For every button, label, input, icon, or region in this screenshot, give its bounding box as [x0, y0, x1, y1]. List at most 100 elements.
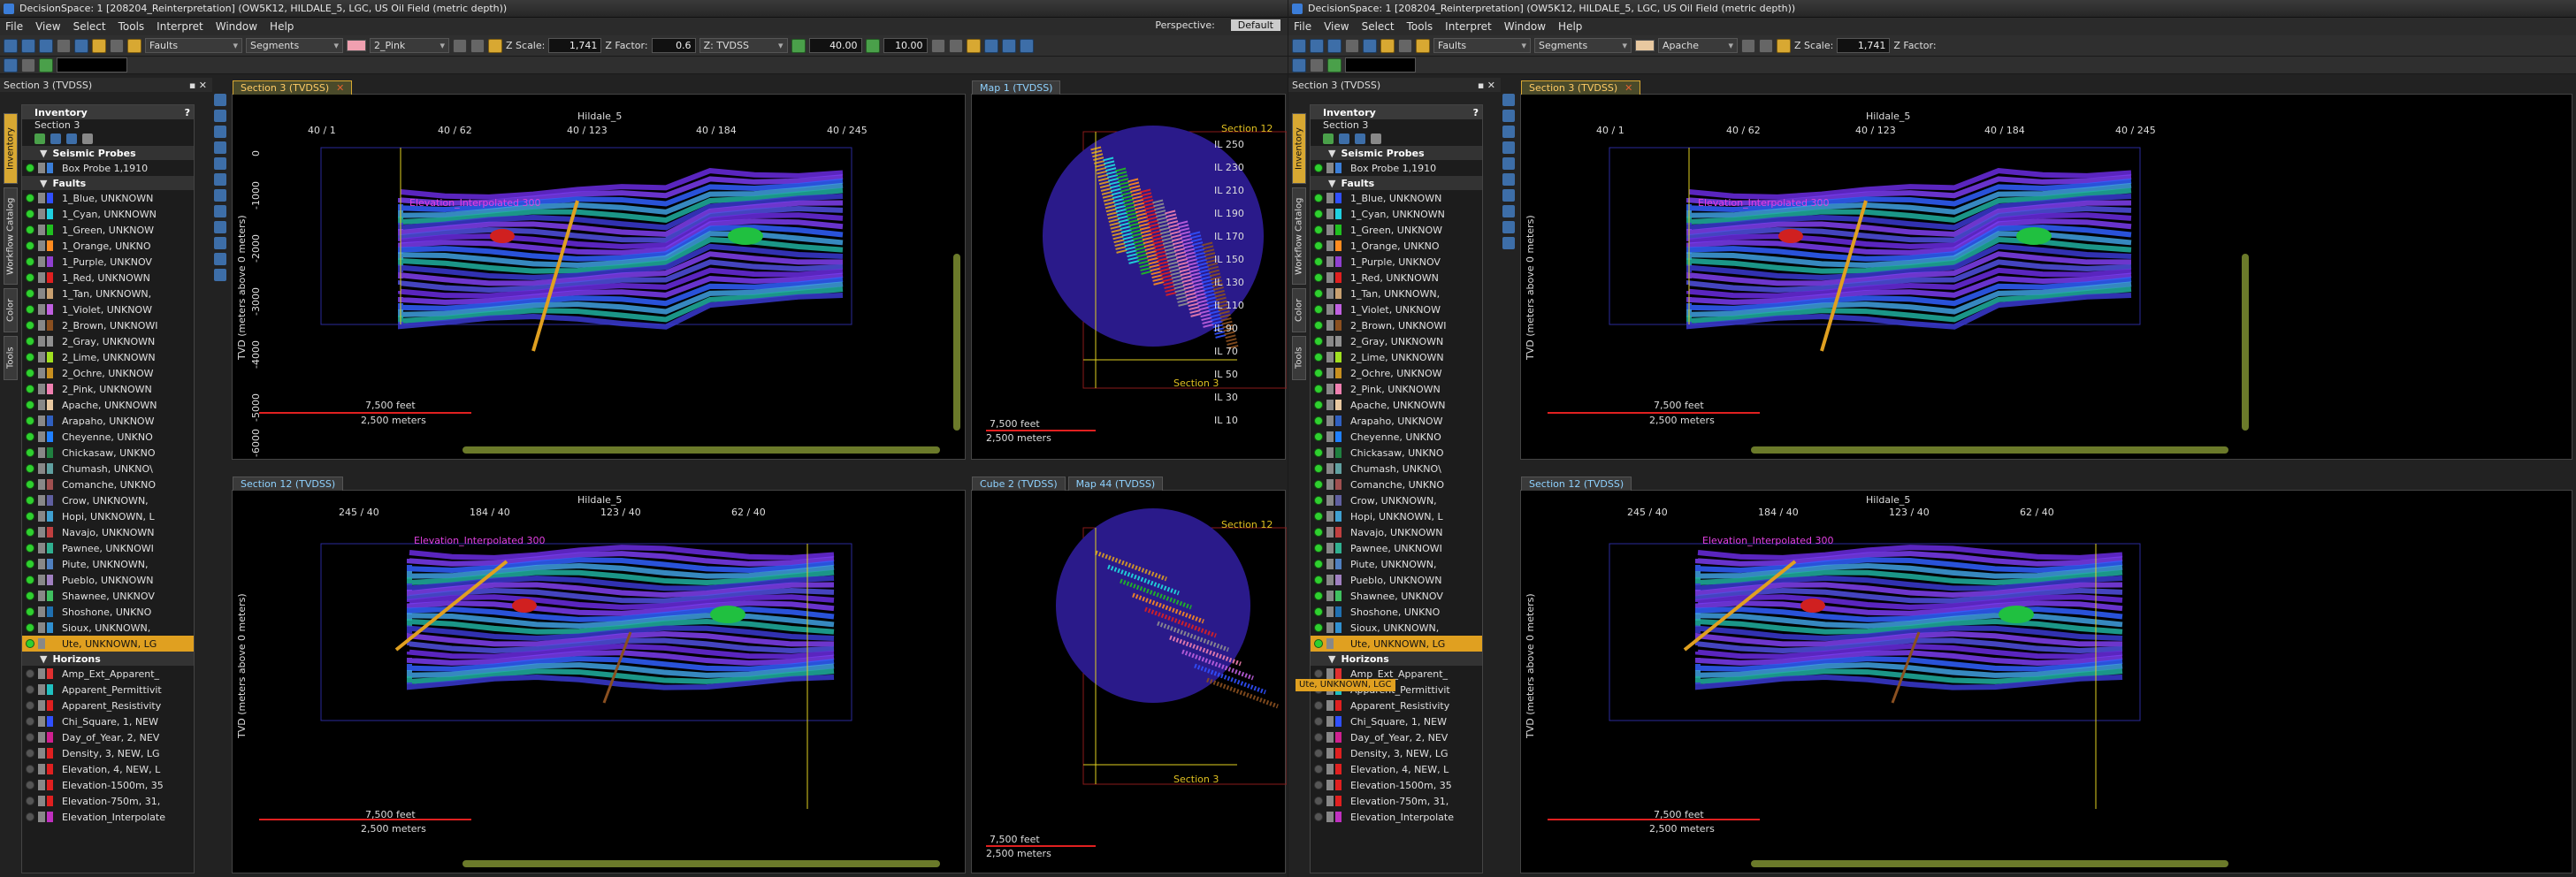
zoom-icon[interactable] [1502, 110, 1515, 122]
h-scrollbar[interactable] [462, 860, 940, 867]
visibility-toggle[interactable] [26, 669, 34, 678]
checkbox[interactable] [38, 527, 45, 538]
inventory-item[interactable]: Crow, UNKNOWN, [22, 492, 194, 508]
visibility-toggle[interactable] [1314, 385, 1323, 393]
object-type-select[interactable]: Faults [1433, 38, 1531, 53]
checkbox[interactable] [1326, 336, 1334, 347]
checkbox[interactable] [1326, 575, 1334, 585]
save-icon[interactable] [1327, 38, 1342, 53]
fault-tool-icon[interactable] [1416, 38, 1430, 53]
checkbox[interactable] [38, 431, 45, 442]
copy-icon[interactable] [66, 133, 77, 144]
visibility-toggle[interactable] [26, 781, 34, 789]
checkbox[interactable] [38, 638, 45, 649]
visibility-toggle[interactable] [26, 385, 34, 393]
cube2-view[interactable]: Cube 2 (TVDSS) Map 44 (TVDSS) Section 12 … [971, 477, 1287, 873]
checkbox[interactable] [1326, 732, 1334, 743]
home-icon[interactable] [1502, 94, 1515, 106]
tab-section12[interactable]: Section 12 (TVDSS) [233, 477, 344, 491]
checkbox[interactable] [1326, 304, 1334, 315]
visibility-toggle[interactable] [1314, 496, 1323, 505]
inventory-item[interactable]: 1_Violet, UNKNOW [22, 301, 194, 317]
tab-section3[interactable]: Section 3 (TVDSS) ✕ [233, 80, 353, 95]
mode-select[interactable]: Segments [1534, 38, 1632, 53]
visibility-toggle[interactable] [26, 369, 34, 377]
group-header[interactable]: ▼ Seismic Probes [1311, 146, 1482, 160]
menu-help[interactable]: Help [1558, 20, 1582, 33]
checkbox[interactable] [1326, 638, 1334, 649]
zdomain-select[interactable]: Z: TVDSS [699, 38, 788, 53]
group-header[interactable]: ▼ Faults [1311, 176, 1482, 190]
menu-select[interactable]: Select [73, 20, 106, 33]
visibility-toggle[interactable] [1314, 369, 1323, 377]
inventory-item[interactable]: 2_Brown, UNKNOWI [1311, 317, 1482, 333]
inventory-item[interactable]: 1_Cyan, UNKNOWN [22, 206, 194, 222]
save-icon[interactable] [39, 38, 53, 53]
tab-workflow-catalog[interactable]: Workflow Catalog [4, 187, 18, 285]
inventory-item[interactable]: Crow, UNKNOWN, [1311, 492, 1482, 508]
checkbox[interactable] [38, 193, 45, 203]
inventory-item[interactable]: Cheyenne, UNKNO [22, 429, 194, 445]
erase-icon[interactable] [214, 205, 226, 217]
map1-view[interactable]: Map 1 (TVDSS) IL 250 IL 230 IL 210 IL 19… [971, 80, 1287, 460]
inventory-item[interactable]: 1_Purple, UNKNOV [22, 254, 194, 270]
inventory-item[interactable]: Ute, UNKNOWN, LG [22, 636, 194, 652]
inventory-item[interactable]: Elevation_Interpolate [1311, 809, 1482, 825]
checkbox[interactable] [38, 559, 45, 569]
visibility-toggle[interactable] [1314, 749, 1323, 758]
snap-icon[interactable] [214, 221, 226, 233]
inventory-item[interactable]: Elevation_Interpolate [22, 809, 194, 825]
inventory-item[interactable]: Elevation, 4, NEW, L [22, 761, 194, 777]
inventory-item[interactable]: Shoshone, UNKNO [22, 604, 194, 620]
inventory-item[interactable]: Elevation-750m, 31, [1311, 793, 1482, 809]
pan-icon[interactable] [214, 126, 226, 138]
inventory-item[interactable]: Shawnee, UNKNOV [22, 588, 194, 604]
checkbox[interactable] [1326, 812, 1334, 822]
visibility-toggle[interactable] [1314, 194, 1323, 202]
visibility-toggle[interactable] [1314, 528, 1323, 537]
inventory-item[interactable]: Arapaho, UNKNOW [22, 413, 194, 429]
checkbox[interactable] [38, 668, 45, 679]
expand-icon[interactable]: ▼ [40, 148, 47, 159]
home-icon[interactable] [1292, 57, 1306, 72]
layer-icon[interactable] [214, 253, 226, 265]
tab-workflow-catalog[interactable]: Workflow Catalog [1292, 187, 1306, 285]
checkbox[interactable] [1326, 511, 1334, 522]
pick-icon[interactable] [1380, 38, 1395, 53]
checkbox[interactable] [38, 812, 45, 822]
inventory-item[interactable]: Density, 3, NEW, LG [1311, 745, 1482, 761]
checkbox[interactable] [38, 575, 45, 585]
menu-file[interactable]: File [1294, 20, 1311, 33]
print-icon[interactable] [1345, 38, 1359, 53]
inventory-item[interactable]: Chumash, UNKNO\ [1311, 461, 1482, 477]
perspective-select[interactable]: Default [1230, 19, 1280, 31]
inventory-item[interactable]: 2_Ochre, UNKNOW [22, 365, 194, 381]
undo-icon[interactable] [453, 38, 467, 53]
checkbox[interactable] [1326, 320, 1334, 331]
visibility-toggle[interactable] [1314, 781, 1323, 789]
dock-close-icon[interactable]: ▪ ✕ [189, 80, 207, 91]
checkbox[interactable] [38, 384, 45, 394]
visibility-toggle[interactable] [26, 164, 34, 172]
inventory-item[interactable]: 2_Pink, UNKNOWN [1311, 381, 1482, 397]
section3-view[interactable]: Section 3 (TVDSS) ✕ Hildale_5 40 / 1 40 /… [1520, 80, 2572, 460]
rotate-icon[interactable] [214, 141, 226, 154]
checkbox[interactable] [1326, 591, 1334, 601]
inventory-item[interactable]: 2_Brown, UNKNOWI [22, 317, 194, 333]
visibility-toggle[interactable] [26, 812, 34, 821]
inventory-item[interactable]: Comanche, UNKNO [1311, 477, 1482, 492]
visibility-toggle[interactable] [1314, 448, 1323, 457]
inventory-item[interactable]: Pawnee, UNKNOWI [1311, 540, 1482, 556]
inventory-item[interactable]: 1_Tan, UNKNOWN, [22, 286, 194, 301]
list-icon[interactable] [1371, 133, 1381, 144]
measure-icon[interactable] [1502, 157, 1515, 170]
redo-icon[interactable] [470, 38, 485, 53]
checkbox[interactable] [38, 320, 45, 331]
fault-tool-icon[interactable] [127, 38, 141, 53]
inventory-item[interactable]: 2_Lime, UNKNOWN [1311, 349, 1482, 365]
erase-icon[interactable] [1502, 205, 1515, 217]
copy-icon[interactable] [1355, 133, 1365, 144]
settings-icon[interactable] [110, 38, 124, 53]
pick-icon[interactable] [92, 38, 106, 53]
menu-tools[interactable]: Tools [118, 20, 145, 33]
